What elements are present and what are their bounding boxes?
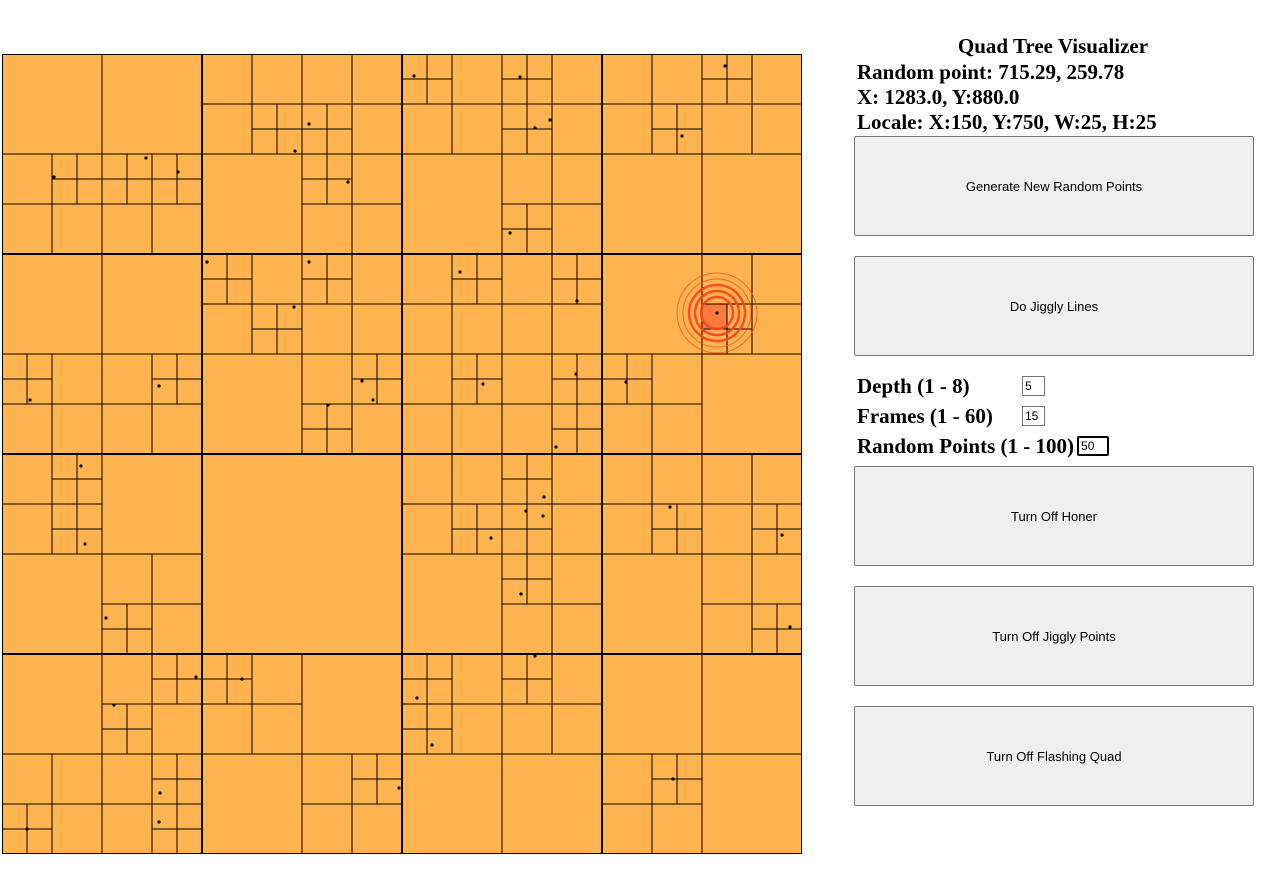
data-point: [548, 118, 552, 122]
data-point: [293, 149, 297, 153]
data-point: [28, 398, 32, 402]
random-point-readout: Random point: 715.29, 259.78: [857, 60, 1125, 84]
data-point: [481, 382, 485, 386]
data-point: [25, 827, 29, 831]
data-point: [176, 170, 180, 174]
depth-input[interactable]: [1022, 376, 1045, 396]
data-point: [194, 675, 198, 679]
data-point: [542, 495, 546, 499]
data-point: [668, 505, 672, 509]
data-point: [397, 786, 401, 790]
generate-random-points-button[interactable]: Generate New Random Points: [854, 136, 1254, 236]
jiggly-lines-button[interactable]: Do Jiggly Lines: [854, 256, 1254, 356]
random-points-row: Random Points (1 - 100): [854, 431, 1254, 461]
honer-toggle-button[interactable]: Turn Off Honer: [854, 466, 1254, 566]
data-point: [104, 616, 108, 620]
data-point: [430, 743, 434, 747]
data-point: [518, 75, 522, 79]
data-point: [52, 175, 56, 179]
data-point: [554, 445, 558, 449]
random-points-label: Random Points (1 - 100): [857, 433, 1075, 458]
data-point: [533, 126, 537, 130]
data-point: [205, 260, 209, 264]
data-point: [157, 820, 161, 824]
data-point: [371, 398, 375, 402]
data-point: [780, 533, 784, 537]
frames-row: Frames (1 - 60): [854, 401, 1254, 431]
quadtree-drawing: [2, 54, 802, 854]
control-panel: Quad Tree Visualizer Random point: 715.2…: [854, 30, 1254, 806]
data-point: [112, 703, 116, 707]
frames-input[interactable]: [1022, 406, 1045, 426]
quadtree-canvas[interactable]: [2, 54, 802, 854]
data-point: [326, 403, 330, 407]
flashing-quad-toggle-button[interactable]: Turn Off Flashing Quad: [854, 706, 1254, 806]
data-point: [624, 380, 628, 384]
data-point: [458, 270, 462, 274]
data-point: [519, 592, 523, 596]
data-point: [508, 231, 512, 235]
data-point: [415, 696, 419, 700]
data-point: [575, 299, 579, 303]
data-point: [158, 791, 162, 795]
data-point: [307, 122, 311, 126]
depth-row: Depth (1 - 8): [854, 371, 1254, 401]
data-point: [240, 677, 244, 681]
data-point: [79, 464, 83, 468]
data-point: [723, 64, 727, 68]
data-point: [574, 372, 578, 376]
data-point: [524, 509, 528, 513]
data-point: [346, 180, 350, 184]
data-point: [489, 536, 493, 540]
jiggly-points-toggle-button[interactable]: Turn Off Jiggly Points: [854, 586, 1254, 686]
data-point: [412, 74, 416, 78]
data-point: [533, 654, 537, 658]
data-point: [360, 379, 364, 383]
data-point: [144, 156, 148, 160]
data-point: [788, 625, 792, 629]
mouse-coordinates-readout: X: 1283.0, Y:880.0: [857, 85, 1020, 109]
depth-label: Depth (1 - 8): [857, 373, 970, 398]
data-point: [541, 514, 545, 518]
random-points-input[interactable]: [1077, 436, 1110, 456]
frames-label: Frames (1 - 60): [857, 403, 993, 428]
data-point: [157, 384, 161, 388]
app-title: Quad Tree Visualizer: [957, 34, 1149, 58]
data-point: [307, 260, 311, 264]
data-point: [292, 305, 296, 309]
locale-readout: Locale: X:150, Y:750, W:25, H:25: [857, 110, 1157, 134]
data-point: [83, 542, 87, 546]
data-point: [715, 311, 719, 315]
data-point: [671, 777, 675, 781]
data-point: [680, 134, 684, 138]
